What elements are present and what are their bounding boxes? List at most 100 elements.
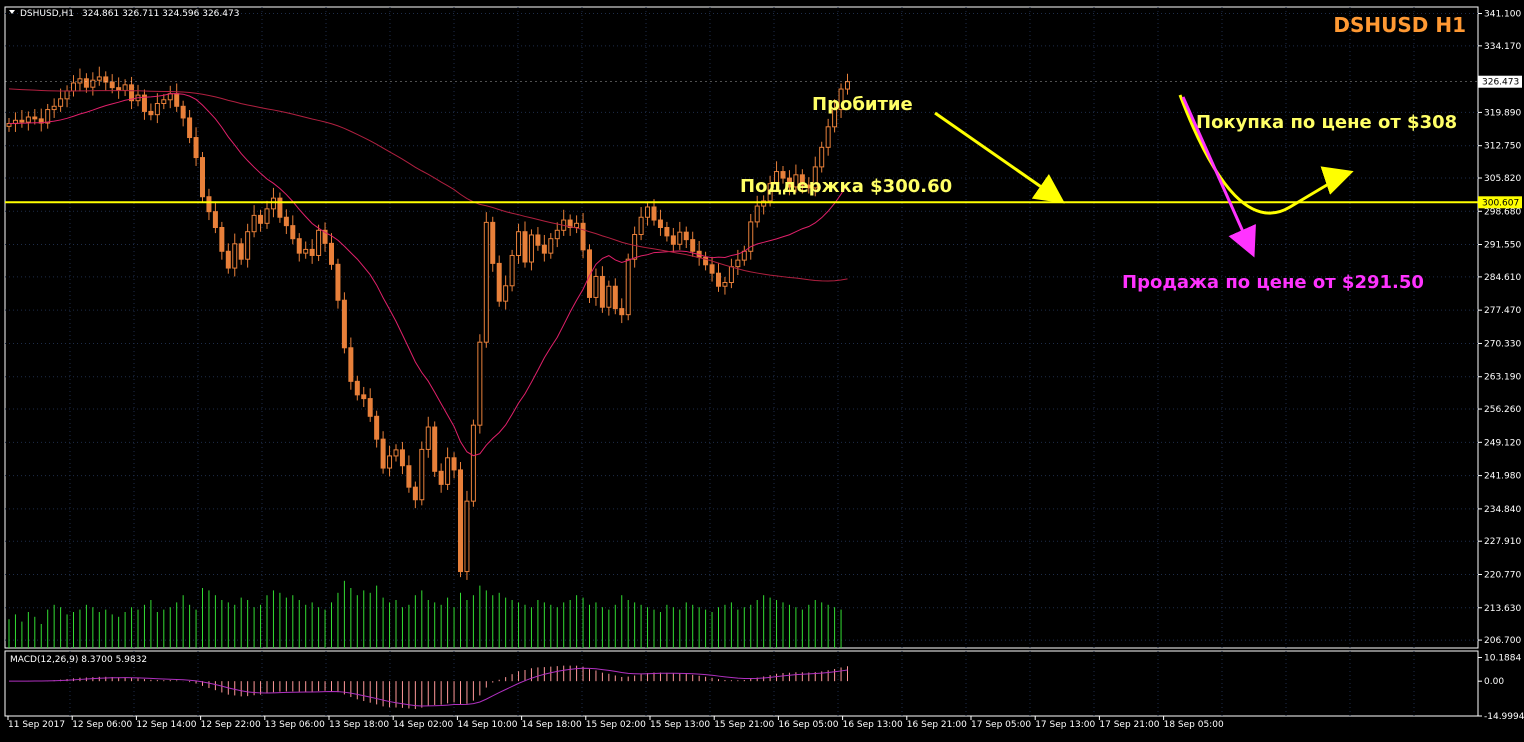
candle [225,243,231,274]
candle [606,280,612,316]
price-tick-label: 312.750 [1484,142,1521,152]
candle [535,227,541,251]
candle [599,266,605,313]
candle [316,224,322,262]
time-tick-label: 12 Sep 06:00 [72,720,132,730]
candle-body [690,239,696,252]
candle [503,275,509,310]
support-price-tag: 300.607 [1478,196,1522,209]
candle [438,463,444,493]
candle [412,481,418,509]
candle-body [64,90,70,100]
candle [683,226,689,249]
candle [96,66,102,86]
candle-body [200,157,205,198]
candle [71,75,76,97]
time-tick-label: 15 Sep 02:00 [586,720,646,730]
price-tick-label: 234.840 [1484,505,1521,515]
candle [703,251,709,271]
candle-body [380,438,386,469]
candle-body [90,79,96,88]
candle-body [58,98,64,107]
candle [548,233,554,259]
candle-body [819,146,825,168]
price-pane-frame [4,6,1479,649]
candle-body [406,465,412,488]
candle-body [270,197,276,210]
candle-body [419,448,425,501]
current-price-tag-label: 326.473 [1482,78,1519,88]
candle [264,200,270,229]
candle-body [477,341,483,426]
candle [425,416,431,458]
time-tick-label: 17 Sep 05:00 [971,720,1031,730]
candle-body [212,211,218,229]
candle [212,201,218,234]
candle [470,419,476,507]
candle [574,215,580,234]
candle [716,262,721,292]
candle-body [309,248,315,256]
candle [458,461,463,578]
candle-body [161,99,167,104]
candle-body [638,216,644,235]
candle-body [83,78,89,88]
candle [593,268,599,306]
annotation-breakout: Пробитие [812,94,913,115]
candle [522,221,528,268]
price-tick-label: 284.610 [1484,273,1521,283]
price-tick-label: 241.980 [1484,472,1521,482]
candle-body [716,272,721,287]
candle [638,206,644,241]
candle [845,73,850,95]
candle [32,109,38,125]
price-tick-label: 341.100 [1484,10,1521,20]
candle-body [167,93,173,101]
time-tick-label: 18 Sep 05:00 [1164,720,1224,730]
candle-body [593,275,599,298]
candle [445,447,451,490]
macd-tick-label: 10.1884 [1484,654,1521,664]
candle [6,117,12,132]
candle-body [206,196,212,213]
candle-body [464,500,470,573]
candle [309,239,315,264]
candle-body [606,285,612,308]
candle [374,410,380,448]
candle [341,292,347,354]
candle-body [193,137,199,159]
candle [825,118,831,156]
candle [348,337,354,390]
candle [174,83,180,112]
candle [619,298,625,324]
candle-body [412,486,418,501]
time-tick-label: 16 Sep 13:00 [843,720,903,730]
candle [83,73,89,93]
candle-body [683,231,689,241]
candle-body [509,254,515,287]
price-chart[interactable]: 341.100 334.170 319.890 312.750 305.820 298.6… [0,0,1524,738]
candle [90,72,96,96]
candle [361,386,367,407]
candle [12,112,18,132]
candle [116,77,122,99]
candle [167,85,173,109]
candle [148,103,154,121]
time-tick-label: 16 Sep 05:00 [778,720,838,730]
candle [141,89,147,120]
annotation-support: Поддержка $300.60 [740,176,952,197]
candle-body [335,263,341,301]
candle-body [296,238,302,254]
candles [6,66,850,580]
candle [741,245,747,266]
time-tick-label: 17 Sep 21:00 [1099,720,1159,730]
candle-body [625,258,631,316]
time-tick-label: 14 Sep 10:00 [457,720,517,730]
candle-body [367,398,373,417]
candle [509,249,515,292]
candle-body [632,233,638,260]
candle-body [283,216,289,227]
candle-body [645,206,651,218]
candle-body [754,205,760,223]
candle-body [657,219,663,229]
